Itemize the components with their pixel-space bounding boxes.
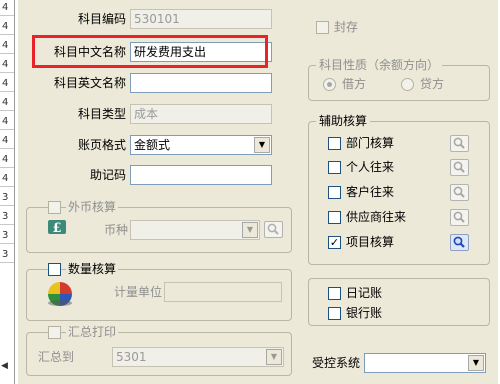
chevron-down-icon: ▼ [242, 222, 258, 238]
svg-text:£: £ [52, 221, 61, 236]
personal-search-icon[interactable] [450, 159, 469, 176]
department-checkbox[interactable] [328, 137, 341, 150]
quantity-checkbox[interactable] [48, 263, 61, 276]
foreign-currency-label: 外币核算 [66, 200, 119, 214]
chevron-down-icon[interactable]: ▼ [468, 355, 484, 371]
strip-cell: 3 [0, 209, 14, 225]
controlled-system-select[interactable]: ▼ [364, 353, 486, 373]
project-checkbox[interactable]: ✓ [328, 236, 341, 249]
bank-account-label: 银行账 [346, 306, 383, 320]
credit-radio[interactable] [401, 78, 414, 91]
sealed-label: 封存 [334, 20, 359, 34]
account-edit-dialog: 科目编码 530101 科目中文名称 研发费用支出 科目英文名称 科目类型 成本… [18, 0, 498, 384]
strip-cell: 4 [0, 38, 14, 54]
project-search-icon[interactable] [450, 234, 469, 251]
annotation-highlight-box [32, 35, 268, 68]
unit-input[interactable] [164, 282, 282, 302]
personal-checkbox[interactable] [328, 161, 341, 174]
account-type-label: 科目类型 [77, 107, 126, 121]
mnemonic-label: 助记码 [89, 168, 126, 182]
supplier-checkbox[interactable] [328, 211, 341, 224]
account-en-name-input[interactable] [130, 73, 272, 93]
project-label: 项目核算 [346, 235, 395, 249]
ledger-format-label: 账页格式 [77, 138, 126, 152]
ledger-format-value: 金额式 [134, 138, 171, 152]
scale-icon [46, 280, 74, 308]
summary-to-value: 5301 [116, 350, 147, 364]
credit-label: 贷方 [420, 77, 445, 91]
strip-cell: 4 [0, 0, 14, 16]
strip-cell: 4 [0, 171, 14, 187]
customer-checkbox[interactable] [328, 186, 341, 199]
account-en-name-label: 科目英文名称 [53, 76, 126, 90]
chevron-down-icon[interactable]: ▼ [254, 137, 270, 153]
customer-label: 客户往来 [346, 185, 395, 199]
unit-label: 计量单位 [113, 285, 162, 299]
controlled-system-label: 受控系统 [311, 356, 360, 370]
strip-cell: 4 [0, 114, 14, 130]
account-code-input[interactable]: 530101 [130, 9, 272, 29]
account-nature-label: 科目性质（余额方向） [316, 58, 443, 72]
personal-label: 个人往来 [346, 160, 395, 174]
ledger-format-select[interactable]: 金额式 ▼ [130, 135, 272, 155]
foreign-currency-checkbox[interactable] [48, 201, 61, 214]
summary-to-select[interactable]: 5301 ▼ [112, 347, 284, 367]
strip-cell: 4 [0, 57, 14, 73]
department-search-icon[interactable] [450, 135, 469, 152]
bank-account-checkbox[interactable] [328, 307, 341, 320]
strip-cell: 4 [0, 95, 14, 111]
account-type-select[interactable]: 成本 [130, 104, 272, 124]
customer-search-icon[interactable] [450, 184, 469, 201]
scroll-left-arrow[interactable]: ◀ [1, 361, 13, 375]
debit-radio[interactable] [323, 78, 336, 91]
left-row-strip: 4 4 4 4 4 4 4 4 4 4 3 3 3 3 ◀ [0, 0, 15, 384]
supplier-label: 供应商往来 [346, 210, 407, 224]
quantity-label: 数量核算 [66, 262, 119, 276]
sealed-checkbox[interactable] [316, 21, 329, 34]
strip-cell: 4 [0, 152, 14, 168]
journal-label: 日记账 [346, 286, 383, 300]
department-label: 部门核算 [346, 136, 395, 150]
strip-cell: 4 [0, 76, 14, 92]
debit-label: 借方 [342, 77, 367, 91]
strip-cell: 4 [0, 133, 14, 149]
strip-cell: 3 [0, 190, 14, 206]
journal-checkbox[interactable] [328, 287, 341, 300]
mnemonic-input[interactable] [130, 165, 272, 185]
currency-search-icon [264, 221, 283, 238]
currency-pound-icon: £ [44, 218, 68, 238]
currency-select[interactable]: ▼ [130, 220, 260, 240]
strip-cell: 3 [0, 247, 14, 263]
supplier-search-icon[interactable] [450, 209, 469, 226]
currency-label: 币种 [103, 223, 128, 237]
strip-cell: 4 [0, 19, 14, 35]
account-type-value: 成本 [134, 107, 159, 121]
summary-to-label: 汇总到 [38, 350, 75, 364]
account-code-label: 科目编码 [77, 12, 126, 26]
strip-cell: 3 [0, 228, 14, 244]
summary-print-label: 汇总打印 [66, 325, 119, 339]
summary-print-checkbox[interactable] [48, 326, 61, 339]
auxiliary-accounting-label: 辅助核算 [316, 114, 371, 128]
